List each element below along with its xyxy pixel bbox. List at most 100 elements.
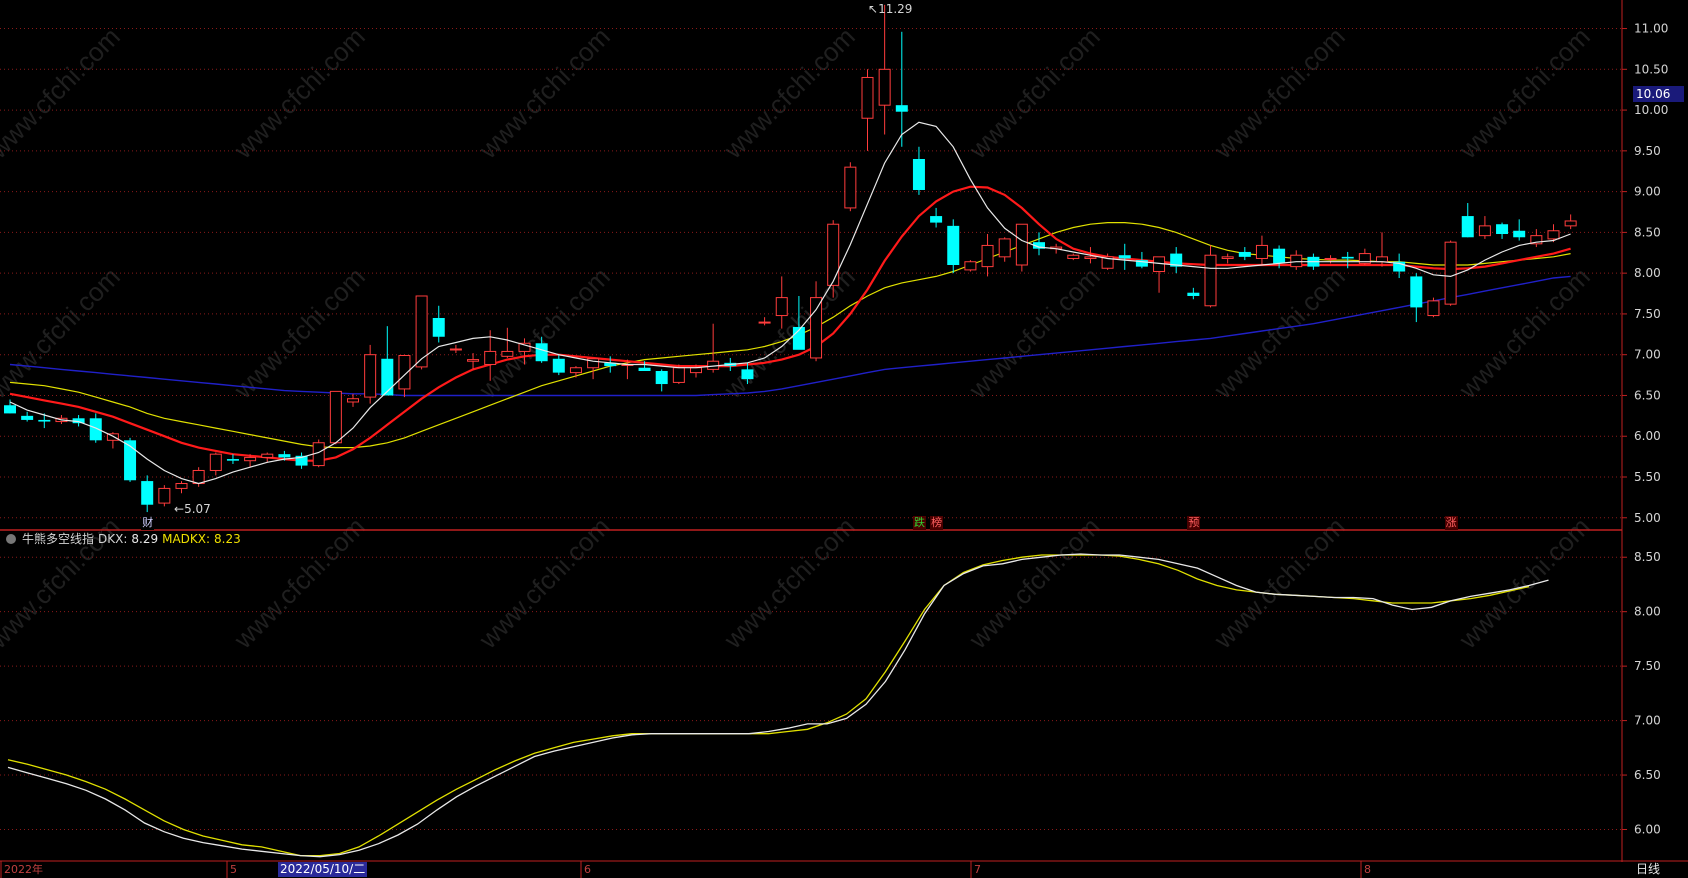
- high-price-annotation: ↖11.29: [868, 2, 913, 16]
- low-price-annotation: ←5.07: [174, 502, 211, 516]
- candle-body-44: [758, 321, 771, 324]
- candle-body-58: [998, 238, 1011, 258]
- indicator-settings-icon[interactable]: [6, 534, 16, 544]
- x-axis-label-0: 2022年: [4, 863, 43, 876]
- watermark-text-9: www.cfchi.com: [472, 261, 615, 404]
- watermark-text-15: www.cfchi.com: [227, 511, 370, 654]
- event-badge-1[interactable]: 跌: [912, 516, 926, 530]
- madkx-label: MADKX:: [162, 532, 211, 546]
- upper-y-tick-label-10: 6.00: [1634, 429, 1661, 443]
- indicator-name[interactable]: 牛熊多空线指: [22, 531, 94, 547]
- candle-body-25: [432, 318, 445, 337]
- candle-body-55: [947, 225, 960, 265]
- candle-body-21: [364, 354, 377, 398]
- madkx-value: 8.23: [214, 532, 241, 546]
- period-selector-button[interactable]: 日线: [1636, 860, 1660, 878]
- candle-body-15: [261, 453, 274, 458]
- candle-body-9: [158, 487, 171, 504]
- watermark-text-0: www.cfchi.com: [0, 21, 126, 164]
- candle-body-1: [21, 415, 34, 420]
- upper-y-tick-label-8: 7.00: [1634, 348, 1661, 362]
- candle-body-22: [381, 358, 394, 396]
- x-axis-label-4: 8: [1364, 863, 1371, 876]
- candle-body-29: [501, 350, 514, 357]
- candle-body-57: [981, 244, 994, 268]
- candle-body-88: [1513, 230, 1526, 238]
- candle-body-75: [1290, 254, 1303, 268]
- lower-y-tick-label-2: 7.50: [1634, 659, 1661, 673]
- event-badge-0[interactable]: 财: [141, 516, 155, 530]
- lower-y-tick-label-3: 7.00: [1634, 714, 1661, 728]
- candle-body-74: [1273, 248, 1286, 264]
- crosshair-date-tag: 2022/05/10/二: [278, 862, 368, 877]
- watermark-text-19: www.cfchi.com: [1207, 511, 1350, 654]
- candle-body-31: [535, 343, 548, 362]
- watermark-text-1: www.cfchi.com: [227, 21, 370, 164]
- watermark-text-16: www.cfchi.com: [472, 511, 615, 654]
- x-axis-label-2: 6: [584, 863, 591, 876]
- candle-body-28: [484, 350, 497, 365]
- candle-body-8: [141, 481, 154, 505]
- candle-body-47: [810, 297, 823, 359]
- candle-body-72: [1238, 251, 1251, 257]
- watermark-text-4: www.cfchi.com: [962, 21, 1105, 164]
- candle-body-86: [1478, 225, 1491, 237]
- candle-body-59: [1015, 223, 1028, 266]
- candle-body-45: [775, 297, 788, 317]
- candle-body-65: [1118, 255, 1131, 259]
- candle-body-12: [209, 453, 222, 471]
- watermark-text-12: www.cfchi.com: [1207, 261, 1350, 404]
- lower-y-tick-label-4: 6.50: [1634, 768, 1661, 782]
- watermark-text-10: www.cfchi.com: [717, 261, 860, 404]
- candle-body-39: [672, 367, 685, 383]
- watermark-text-17: www.cfchi.com: [717, 511, 860, 654]
- candlestick-chart[interactable]: www.cfchi.com www.cfchi.com www.cfchi.com w…: [0, 0, 1688, 878]
- candle-body-10: [175, 483, 188, 489]
- dkx-value: 8.29: [131, 532, 159, 546]
- upper-y-tick-label-2: 10.00: [1634, 103, 1668, 117]
- upper-y-tick-label-7: 7.50: [1634, 307, 1661, 321]
- current-price-tag: 10.06: [1633, 86, 1684, 102]
- candle-body-71: [1221, 256, 1234, 259]
- event-badge-2[interactable]: 榜: [930, 516, 944, 530]
- candle-body-37: [638, 367, 651, 371]
- lower-y-tick-label-1: 8.00: [1634, 605, 1661, 619]
- watermark-text-11: www.cfchi.com: [962, 261, 1105, 404]
- watermark-text-3: www.cfchi.com: [717, 21, 860, 164]
- candle-body-87: [1496, 224, 1509, 235]
- event-badge-3[interactable]: 预: [1187, 516, 1201, 530]
- candle-body-50: [861, 76, 874, 119]
- candle-body-14: [244, 456, 257, 462]
- candle-body-69: [1187, 292, 1200, 296]
- candle-body-2: [38, 419, 51, 422]
- watermark-text-6: www.cfchi.com: [1452, 21, 1595, 164]
- candle-body-90: [1547, 230, 1560, 240]
- upper-y-tick-label-0: 11.00: [1634, 22, 1668, 36]
- event-badge-4[interactable]: 涨: [1444, 516, 1458, 530]
- upper-y-tick-label-4: 9.00: [1634, 185, 1661, 199]
- candle-body-78: [1341, 256, 1354, 259]
- upper-y-tick-label-1: 10.50: [1634, 62, 1668, 76]
- candle-body-5: [89, 418, 102, 441]
- indicator-legend: 牛熊多空线指 DKX: 8.29 MADKX: 8.23: [6, 531, 241, 547]
- candle-body-91: [1564, 220, 1577, 227]
- watermark-text-5: www.cfchi.com: [1207, 21, 1350, 164]
- candle-body-80: [1376, 256, 1388, 263]
- candle-body-52: [895, 105, 908, 112]
- ma-white-line: [9, 121, 1571, 485]
- lower-y-tick-label-5: 6.00: [1634, 823, 1661, 837]
- watermark-text-18: www.cfchi.com: [962, 511, 1105, 654]
- candle-body-84: [1444, 241, 1457, 305]
- candle-body-40: [690, 367, 702, 374]
- candle-body-63: [1084, 256, 1097, 259]
- x-axis-label-3: 7: [974, 863, 981, 876]
- upper-y-tick-label-5: 8.50: [1634, 225, 1661, 239]
- lower-y-tick-label-0: 8.50: [1634, 550, 1661, 564]
- watermark-text-20: www.cfchi.com: [1452, 511, 1595, 654]
- candle-body-16: [278, 454, 291, 458]
- upper-y-tick-label-6: 8.00: [1634, 266, 1661, 280]
- watermark-text-8: www.cfchi.com: [227, 261, 370, 404]
- candle-body-38: [655, 371, 668, 385]
- candle-body-82: [1410, 276, 1423, 308]
- candle-body-77: [1324, 257, 1337, 260]
